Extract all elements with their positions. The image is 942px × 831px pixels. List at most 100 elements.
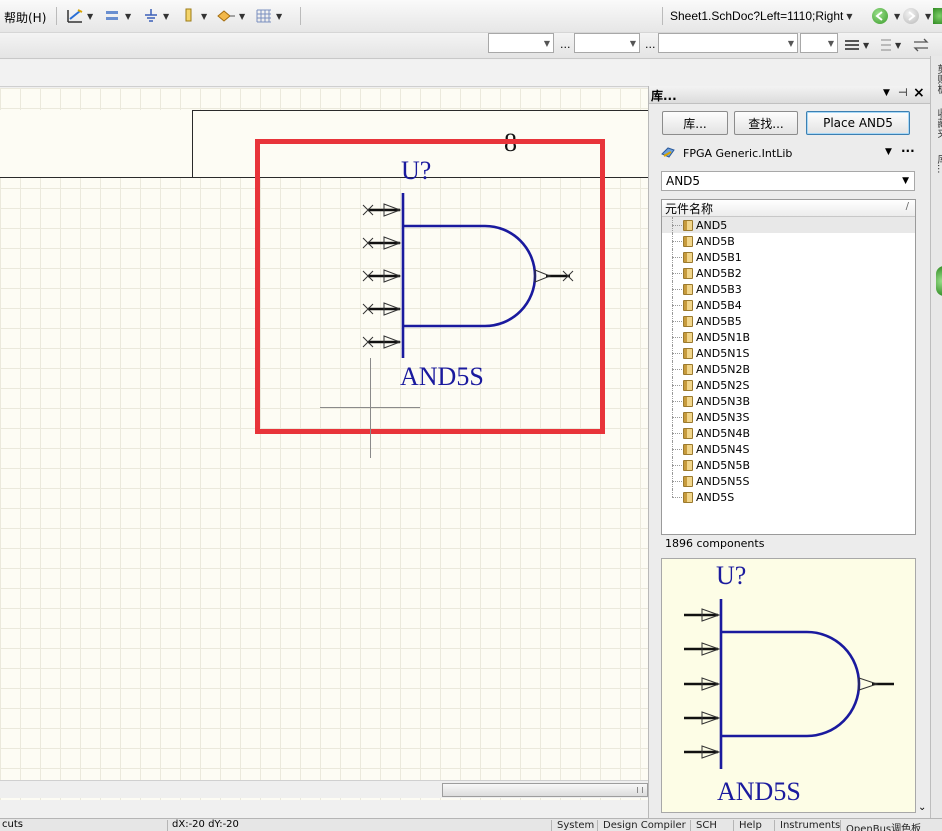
size-combo[interactable]: ▼: [574, 33, 640, 53]
side-tab-favorites[interactable]: 收藏夹: [933, 108, 942, 138]
floating-tool-icon[interactable]: [936, 266, 942, 296]
status-tab-system[interactable]: System: [551, 820, 599, 831]
preview-and-gate-symbol: [684, 599, 894, 769]
swap-icon[interactable]: [912, 36, 930, 54]
chevron-down-icon[interactable]: ▼: [894, 12, 900, 21]
net-label-icon[interactable]: ▼: [216, 6, 245, 26]
list-item[interactable]: AND5N4B: [662, 425, 915, 441]
library-selector[interactable]: FPGA Generic.IntLib ▼: [661, 143, 913, 163]
component-icon: [683, 380, 693, 391]
document-path-field[interactable]: Sheet1.SchDoc?Left=1110;Right: [670, 9, 843, 23]
list-item-label: AND5B4: [696, 298, 742, 312]
list-item[interactable]: AND5B: [662, 233, 915, 249]
chevron-down-icon[interactable]: ▼: [925, 12, 931, 21]
place-component-button[interactable]: Place AND5: [806, 111, 910, 135]
list-item[interactable]: AND5B3: [662, 281, 915, 297]
back-arrow-icon[interactable]: [872, 8, 888, 24]
sort-indicator-icon: /: [905, 201, 909, 212]
component-icon: [683, 476, 693, 487]
wire-draw-icon[interactable]: ▼: [66, 6, 93, 26]
ellipsis-button[interactable]: ...: [645, 38, 656, 51]
list-item-label: AND5N2B: [696, 362, 750, 376]
list-item[interactable]: AND5B4: [662, 297, 915, 313]
component-count: 1896 components: [665, 537, 765, 550]
component-icon: [683, 412, 693, 423]
list-item[interactable]: AND5B2: [662, 265, 915, 281]
ground-icon[interactable]: ▼: [142, 6, 169, 26]
chevron-down-icon[interactable]: ▼: [846, 12, 852, 21]
chevron-down-icon[interactable]: ▼: [885, 147, 892, 157]
list-item[interactable]: AND5N3S: [662, 409, 915, 425]
ellipsis-button[interactable]: ...: [560, 38, 571, 51]
libraries-button[interactable]: 库...: [662, 111, 728, 135]
list-item[interactable]: AND5N5S: [662, 473, 915, 489]
list-item[interactable]: AND5N2S: [662, 377, 915, 393]
toolbar-separator: [56, 7, 57, 25]
list-item[interactable]: AND5B1: [662, 249, 915, 265]
scrollbar-thumb[interactable]: [442, 783, 648, 797]
status-tab-design-compiler[interactable]: Design Compiler: [597, 820, 691, 831]
search-button[interactable]: 查找...: [734, 111, 798, 135]
component-icon: [683, 492, 693, 503]
status-tab-help[interactable]: Help: [733, 820, 767, 831]
list-item[interactable]: AND5N1B: [662, 329, 915, 345]
component-icon: [683, 316, 693, 327]
cursor-crosshair-v: [370, 358, 371, 458]
component-list[interactable]: 元件名称 / AND5 AND5B AND5B1 AND5B2 AND5B3 AND5B4…: [661, 199, 916, 535]
port-icon[interactable]: ▼: [180, 6, 207, 26]
list-item[interactable]: AND5: [662, 217, 915, 233]
component-icon: [683, 332, 693, 343]
list-item[interactable]: AND5N2B: [662, 361, 915, 377]
side-tab-libraries[interactable]: 库...: [933, 154, 942, 174]
status-coordinates: dX:-20 dY:-20: [172, 819, 239, 830]
font-combo[interactable]: ▼: [488, 33, 554, 53]
status-tab-sch[interactable]: SCH: [690, 820, 722, 831]
toolbar-separator: [300, 7, 301, 25]
component-icon: [683, 300, 693, 311]
side-tab-bar: 剪贴板 收藏夹 库...: [930, 56, 942, 831]
list-item[interactable]: AND5N1S: [662, 345, 915, 361]
library-panel: 库... ▼ ⊣ × 库... 查找... Place AND5 FPGA Ge…: [648, 85, 931, 818]
column-header-component-name[interactable]: 元件名称: [665, 200, 713, 217]
pin-icon[interactable]: ⊣: [898, 86, 908, 99]
chevron-down-icon[interactable]: ▼: [902, 176, 909, 186]
list-item-label: AND5: [696, 218, 728, 232]
align-icon[interactable]: ▼: [844, 37, 874, 53]
list-item[interactable]: AND5B5: [662, 313, 915, 329]
list-items: AND5 AND5B AND5B1 AND5B2 AND5B3 AND5B4 AND5B5 A…: [662, 217, 915, 505]
close-icon[interactable]: ×: [913, 85, 925, 101]
bus-icon[interactable]: ▼: [104, 6, 131, 26]
help-menu[interactable]: 帮助(H): [4, 9, 46, 26]
status-tab-instruments[interactable]: Instruments: [774, 820, 845, 831]
preview-scroll-icon[interactable]: ⌄: [918, 802, 926, 813]
preview-designator: U?: [716, 561, 747, 590]
status-tab-openbus[interactable]: OpenBus调色板: [840, 820, 926, 831]
component-icon: [683, 460, 693, 471]
horizontal-scrollbar[interactable]: [0, 780, 648, 798]
panel-menu-icon[interactable]: ▼: [883, 88, 890, 98]
status-left-text: cuts: [2, 819, 23, 830]
list-item[interactable]: AND5N3B: [662, 393, 915, 409]
width-combo[interactable]: ▼: [800, 33, 838, 53]
list-item[interactable]: AND5N4S: [662, 441, 915, 457]
list-item-label: AND5N4S: [696, 442, 750, 456]
list-item-label: AND5N3B: [696, 394, 750, 408]
schematic-sheet[interactable]: 8 U? AND5S: [0, 88, 648, 800]
side-tab-clipboard[interactable]: 剪贴板: [933, 64, 942, 94]
grid-icon[interactable]: ▼: [255, 6, 282, 26]
list-item[interactable]: AND5N5B: [662, 457, 915, 473]
style-combo[interactable]: ▼: [658, 33, 798, 53]
list-item-label: AND5S: [696, 490, 735, 504]
forward-arrow-icon[interactable]: [903, 8, 919, 24]
tree-line: [672, 489, 673, 497]
list-header[interactable]: 元件名称 /: [662, 200, 915, 217]
list-item[interactable]: AND5S: [662, 489, 915, 505]
distribute-icon[interactable]: ▼: [880, 37, 906, 53]
filter-input[interactable]: AND5 ▼: [661, 171, 915, 191]
component-icon: [683, 220, 693, 231]
more-options-icon[interactable]: ···: [901, 144, 915, 158]
list-item-label: AND5B5: [696, 314, 742, 328]
home-icon[interactable]: [933, 8, 942, 24]
panel-title: 库...: [651, 89, 677, 103]
component-icon: [683, 268, 693, 279]
